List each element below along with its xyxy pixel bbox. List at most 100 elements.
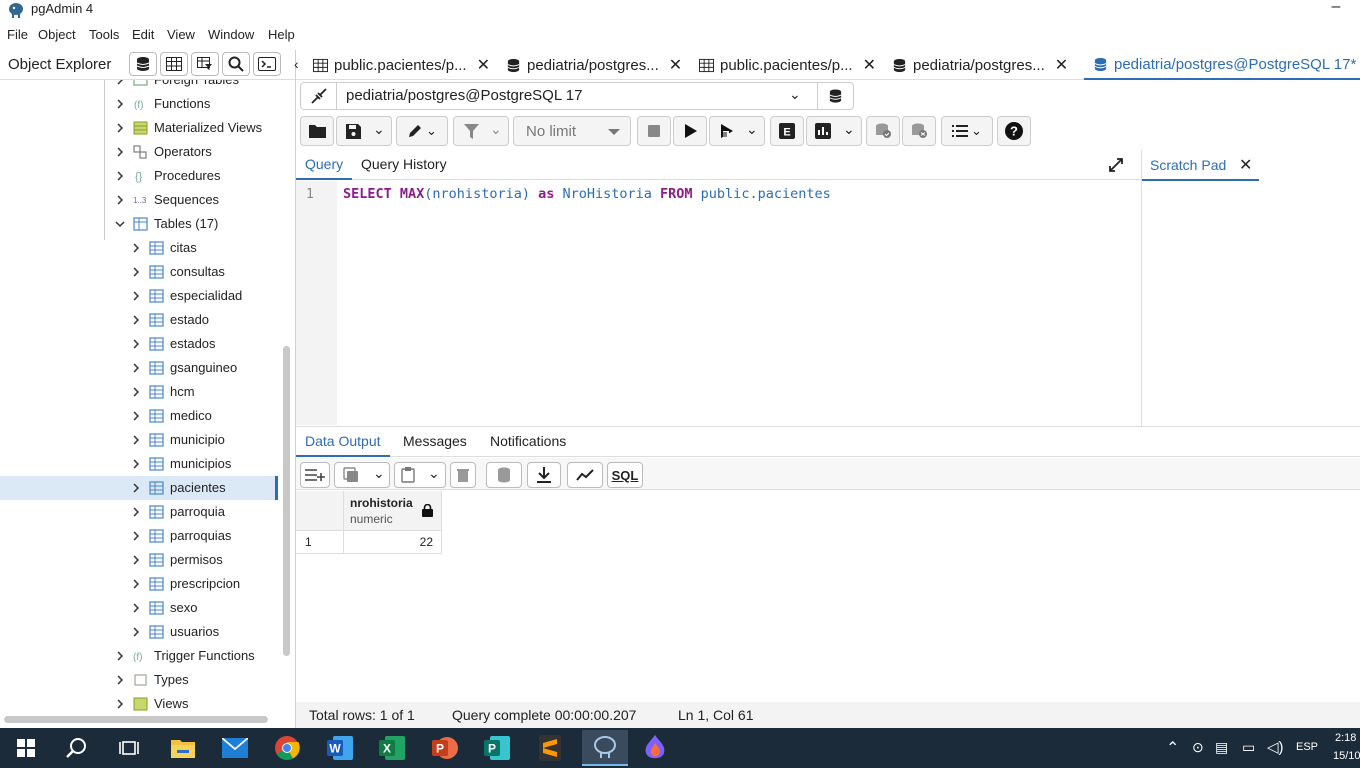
close-icon[interactable]: ✕	[1055, 55, 1068, 75]
execute-script-button[interactable]: ⌄	[709, 116, 765, 146]
rollback-button[interactable]	[902, 116, 936, 146]
tab-query-1[interactable]: public.pacientes/p... ✕	[312, 50, 490, 80]
tree-item-operators[interactable]: Operators	[0, 140, 278, 164]
tree-item-medico[interactable]: medico	[0, 404, 278, 428]
tree-item-permisos[interactable]: permisos	[0, 548, 278, 572]
chevron-right-icon[interactable]	[131, 411, 141, 421]
close-icon[interactable]: ✕	[1239, 155, 1252, 175]
chevron-right-icon[interactable]	[115, 651, 125, 661]
close-icon[interactable]: ✕	[669, 55, 682, 75]
chevron-right-icon[interactable]	[115, 699, 125, 709]
chevron-right-icon[interactable]	[131, 507, 141, 517]
paste-button[interactable]: ⌄	[394, 462, 446, 488]
tree-item-types[interactable]: Types	[0, 668, 278, 692]
tree-item-parroquias[interactable]: parroquias	[0, 524, 278, 548]
explain-button[interactable]: E	[770, 116, 804, 146]
task-view-button[interactable]	[113, 732, 145, 764]
expand-icon[interactable]	[1108, 157, 1124, 173]
chevron-up-icon[interactable]: ⌃	[1166, 738, 1179, 758]
menu-object[interactable]: Object	[38, 27, 76, 42]
chevron-right-icon[interactable]	[131, 363, 141, 373]
data-cell[interactable]: 22	[344, 531, 442, 554]
chevron-right-icon[interactable]	[131, 291, 141, 301]
chevron-down-icon[interactable]: ⌄	[373, 465, 385, 482]
add-row-button[interactable]	[300, 462, 330, 488]
tab-query-3[interactable]: public.pacientes/p... ✕	[698, 50, 876, 80]
tab-query-4[interactable]: pediatria/postgres... ✕	[891, 50, 1068, 80]
tab-notifications[interactable]: Notifications	[490, 433, 566, 449]
new-connection-button[interactable]	[817, 83, 853, 109]
tree-item-functions[interactable]: (f) Functions	[0, 92, 278, 116]
save-data-button[interactable]	[486, 462, 522, 488]
mail-app[interactable]	[219, 732, 251, 764]
graph-visualiser-button[interactable]	[567, 462, 603, 488]
sublime-text-app[interactable]	[534, 732, 566, 764]
tree-item-municipio[interactable]: municipio	[0, 428, 278, 452]
chevron-right-icon[interactable]	[131, 243, 141, 253]
tree-item-foreign-tables[interactable]: Foreign Tables	[0, 80, 278, 92]
chevron-right-icon[interactable]	[131, 579, 141, 589]
chrome-app[interactable]	[271, 732, 303, 764]
network-icon[interactable]: ▭	[1242, 739, 1255, 756]
tree-item-hcm[interactable]: hcm	[0, 380, 278, 404]
tree-item-pacientes[interactable]: pacientes	[0, 476, 278, 500]
other-app[interactable]	[639, 732, 671, 764]
tree-vertical-scrollbar[interactable]	[283, 346, 290, 656]
excel-app[interactable]: X	[376, 732, 408, 764]
tree-item-tables-17[interactable]: Tables (17)	[0, 212, 278, 236]
menu-edit[interactable]: Edit	[132, 27, 154, 42]
tree-item-sexo[interactable]: sexo	[0, 596, 278, 620]
tab-query-2[interactable]: pediatria/postgres... ✕	[505, 50, 682, 80]
sql-button[interactable]: SQL	[607, 462, 643, 488]
delete-button[interactable]	[450, 462, 476, 488]
chevron-down-icon[interactable]: ⌄	[490, 121, 502, 138]
explain-analyze-button[interactable]: ⌄	[806, 116, 862, 146]
chevron-right-icon[interactable]	[115, 147, 125, 157]
menu-window[interactable]: Window	[208, 27, 254, 42]
tree-item-parroquia[interactable]: parroquia	[0, 500, 278, 524]
connection-select[interactable]: pediatria/postgres@PostgreSQL 17	[346, 87, 582, 104]
connection-status-button[interactable]	[301, 83, 337, 109]
tab-scratch-pad[interactable]: Scratch Pad ✕	[1142, 150, 1259, 181]
tab-scroll-left-icon[interactable]: ‹	[294, 56, 299, 72]
tab-query[interactable]: Query	[296, 150, 353, 180]
minimize-button[interactable]: –	[1326, 0, 1346, 18]
tree-item-municipios[interactable]: municipios	[0, 452, 278, 476]
code-line[interactable]: SELECT MAX(nrohistoria) as NroHistoria F…	[343, 186, 831, 202]
tab-data-output[interactable]: Data Output	[296, 427, 390, 457]
menu-tools[interactable]: Tools	[89, 27, 119, 42]
tree-item-usuarios[interactable]: usuarios	[0, 620, 278, 644]
chevron-down-icon[interactable]: ⌄	[843, 121, 855, 138]
tree-item-trigger-functions[interactable]: (f) Trigger Functions	[0, 644, 278, 668]
filter-button[interactable]: ⌄	[453, 116, 509, 146]
language-indicator[interactable]: ESP	[1296, 741, 1318, 753]
save-file-button[interactable]: ⌄	[336, 116, 392, 146]
execute-button[interactable]	[673, 116, 707, 146]
open-file-button[interactable]	[300, 116, 334, 146]
menu-view[interactable]: View	[167, 27, 195, 42]
tree-item-sequences[interactable]: 1..3 Sequences	[0, 188, 278, 212]
chevron-right-icon[interactable]	[115, 195, 125, 205]
copy-button[interactable]: ⌄	[334, 462, 390, 488]
view-data-button[interactable]	[160, 52, 188, 76]
word-app[interactable]: W	[324, 732, 356, 764]
tree-item-estado[interactable]: estado	[0, 308, 278, 332]
pgadmin-app[interactable]	[582, 730, 628, 766]
chevron-right-icon[interactable]	[131, 627, 141, 637]
chevron-down-icon[interactable]: ⌄	[428, 465, 440, 482]
close-icon[interactable]: ✕	[863, 55, 876, 75]
commit-button[interactable]	[866, 116, 900, 146]
close-icon[interactable]: ✕	[477, 55, 490, 75]
notes-icon[interactable]: ▤	[1215, 739, 1228, 756]
stop-query-button[interactable]	[637, 116, 671, 146]
menu-help[interactable]: Help	[268, 27, 295, 42]
chevron-right-icon[interactable]	[131, 339, 141, 349]
chevron-right-icon[interactable]	[131, 555, 141, 565]
help-button[interactable]: ?	[997, 116, 1031, 146]
publisher-app[interactable]: P	[481, 732, 513, 764]
chevron-right-icon[interactable]	[131, 459, 141, 469]
download-button[interactable]	[527, 462, 561, 488]
chevron-right-icon[interactable]	[131, 267, 141, 277]
chevron-right-icon[interactable]	[115, 123, 125, 133]
tree-item-citas[interactable]: citas	[0, 236, 278, 260]
